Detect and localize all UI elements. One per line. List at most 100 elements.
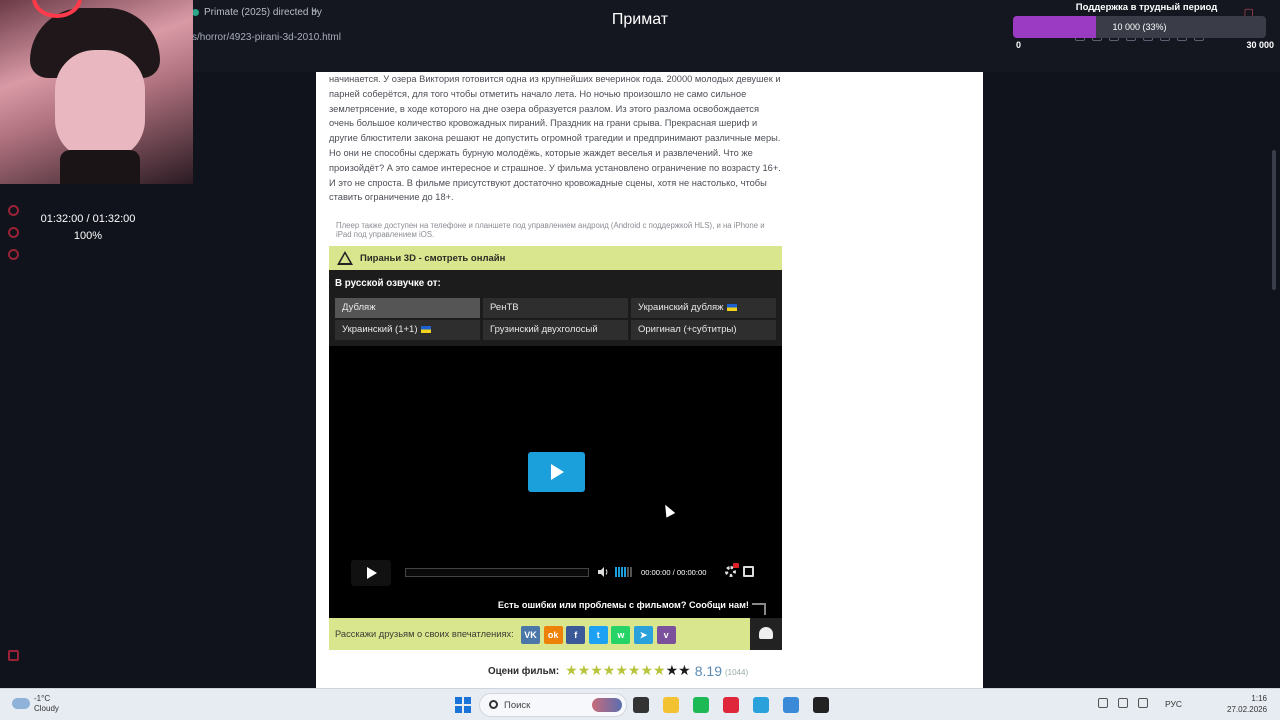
obs-icon[interactable] [813, 697, 829, 713]
star-icon[interactable]: ★ [615, 662, 628, 678]
gx-icon[interactable] [8, 650, 19, 661]
star-icon[interactable]: ★ [565, 662, 578, 678]
voice-title: В русской озвучке от: [335, 278, 441, 289]
page-scrollbar[interactable] [1268, 72, 1280, 688]
vk-icon[interactable]: VK [521, 626, 540, 644]
spotify-icon[interactable] [693, 697, 709, 713]
movie-description: начинается. У озера Виктория готовится о… [329, 74, 781, 203]
rating-stars[interactable]: ★★★★★★★★★★ [565, 662, 691, 680]
seek-bar[interactable] [405, 568, 589, 577]
web-page: начинается. У озера Виктория готовится о… [316, 72, 983, 688]
star-icon[interactable]: ★ [653, 662, 666, 678]
ukraine-flag-icon [420, 325, 431, 333]
opera-icon[interactable] [723, 697, 739, 713]
task-view-icon[interactable] [633, 697, 649, 713]
warning-icon [337, 251, 353, 265]
voice-option-label: Грузинский двухголосый [490, 324, 598, 335]
voice-option[interactable]: Украинский дубляж [631, 298, 776, 318]
telegram-app-icon[interactable] [753, 697, 769, 713]
star-icon[interactable]: ★ [666, 662, 679, 678]
goal-title: Поддержка в трудный период [1075, 2, 1218, 13]
share-bar: Расскажи друзьям о своих впечатлениях: V… [329, 618, 782, 650]
bell-icon[interactable] [750, 618, 782, 650]
scrollbar-thumb[interactable] [1272, 150, 1276, 290]
hd-badge-icon [733, 563, 739, 568]
whatsapp-icon[interactable]: w [611, 626, 631, 644]
taskbar-search[interactable]: Поиск [479, 693, 627, 717]
stream-title: Примат [611, 11, 669, 28]
address-bar[interactable]: s/horror/4923-pirani-3d-2010.html [192, 32, 341, 43]
stream-timer: 01:32:00 / 01:32:00 100% [18, 211, 158, 245]
tray-app-icon[interactable] [1118, 698, 1128, 708]
microphone-icon [60, 150, 140, 184]
voice-option[interactable]: Оригинал (+субтитры) [631, 320, 776, 340]
start-button[interactable] [455, 697, 471, 713]
goal-min: 0 [1016, 40, 1022, 50]
goal-max: 30 000 [1246, 40, 1274, 50]
star-icon[interactable]: ★ [678, 662, 691, 678]
star-icon[interactable]: ★ [603, 662, 616, 678]
voice-selector: В русской озвучке от: Дубляж РенТВ Украи… [329, 270, 782, 346]
tab-favicon-icon [192, 8, 199, 16]
rating-label: Оцени фильм: [488, 665, 560, 677]
video-player[interactable]: 00:00:00 / 00:00:00 [329, 346, 782, 618]
big-play-button[interactable] [528, 452, 585, 492]
clock[interactable]: 1:16 27.02.2026 [1227, 693, 1267, 715]
error-report-link[interactable]: Есть ошибки или проблемы с фильмом? Сооб… [498, 600, 749, 610]
star-icon[interactable]: ★ [590, 662, 603, 678]
twitter-icon[interactable]: t [588, 626, 608, 644]
video-time: 00:00:00 / 00:00:00 [641, 568, 707, 577]
voice-option[interactable]: РенТВ [483, 298, 628, 318]
tab-title: Primate (2025) directed by [204, 6, 322, 18]
rating-score: 8.19 [694, 663, 722, 679]
star-icon[interactable]: ★ [578, 662, 591, 678]
webcam-face [55, 50, 145, 160]
system-tray [1098, 698, 1148, 708]
voice-option-label: РенТВ [490, 302, 519, 313]
browser-tab[interactable]: Primate (2025) directed by [192, 3, 322, 21]
voice-option-label: Оригинал (+субтитры) [638, 324, 737, 335]
mouse-cursor-icon [660, 502, 676, 518]
share-label: Расскажи друзьям о своих впечатлениях: [335, 629, 514, 639]
goal-progress-bar: 10 000 (33%) [1013, 16, 1266, 38]
temperature: -1°C [34, 694, 51, 703]
webcam-overlay [0, 0, 193, 184]
fullscreen-icon[interactable] [743, 566, 754, 577]
ukraine-flag-icon [726, 303, 737, 311]
language-indicator[interactable]: РУС [1165, 699, 1182, 709]
error-report-bar: Есть ошибки или проблемы с фильмом? Сооб… [329, 594, 782, 618]
player-title: Пираньи 3D - смотреть онлайн [360, 252, 506, 264]
timer-percent: 100% [73, 230, 103, 242]
chevron-up-icon[interactable] [1098, 698, 1108, 708]
odnoklassniki-icon[interactable]: ok [543, 626, 563, 644]
corner-icon [752, 603, 766, 615]
new-tab-icon[interactable]: + [312, 4, 319, 18]
voice-option[interactable]: Украинский (1+1) [335, 320, 480, 340]
play-button[interactable] [351, 560, 391, 586]
search-highlight-icon [592, 698, 622, 712]
voice-option[interactable]: Дубляж [335, 298, 480, 318]
volume-slider[interactable] [615, 567, 632, 577]
volume-icon[interactable] [597, 566, 609, 578]
notepad-icon[interactable] [783, 697, 799, 713]
weather-widget[interactable]: -1°C Cloudy [34, 694, 59, 714]
goal-value: 10 000 (33%) [1112, 22, 1167, 32]
voice-option-label: Украинский дубляж [638, 302, 724, 313]
viber-icon[interactable]: v [656, 626, 676, 644]
voice-option-label: Украинский (1+1) [342, 324, 418, 335]
player-header: Пираньи 3D - смотреть онлайн [329, 246, 782, 270]
player-hint: Плеер также доступен на телефоне и планш… [336, 221, 765, 239]
voice-option[interactable]: Грузинский двухголосый [483, 320, 628, 340]
file-explorer-icon[interactable] [663, 697, 679, 713]
clock-date: 27.02.2026 [1227, 705, 1268, 714]
telegram-icon[interactable]: ➤ [634, 626, 653, 644]
rating-widget: Оцени фильм: ★★★★★★★★★★ 8.19 (1044) [488, 662, 748, 680]
star-icon[interactable]: ★ [640, 662, 653, 678]
star-icon[interactable]: ★ [628, 662, 641, 678]
weather-condition: Cloudy [34, 704, 59, 713]
facebook-icon[interactable]: f [566, 626, 586, 644]
cloud-icon[interactable] [12, 698, 30, 709]
settings-icon[interactable] [8, 249, 19, 260]
timer-value: 01:32:00 / 01:32:00 [40, 213, 136, 225]
microphone-tray-icon[interactable] [1138, 698, 1148, 708]
